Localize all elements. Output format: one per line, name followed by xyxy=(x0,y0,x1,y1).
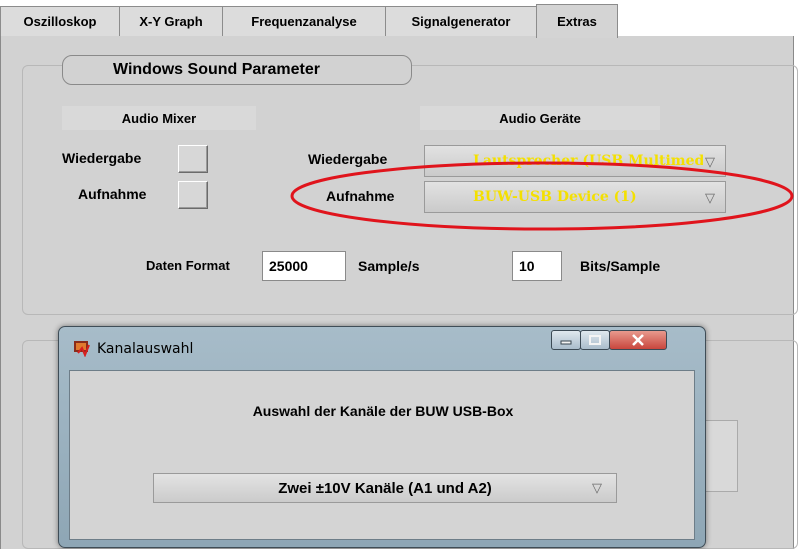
tab-frequenzanalyse[interactable]: Frequenzanalyse xyxy=(222,6,386,36)
channel-value: Zwei ±10V Kanäle (A1 und A2) xyxy=(278,479,492,497)
minimize-icon xyxy=(560,340,572,345)
app-icon xyxy=(74,341,90,357)
close-icon xyxy=(632,334,644,346)
bits-unit: Bits/Sample xyxy=(580,258,661,274)
dialog-heading: Auswahl der Kanäle der BUW USB-Box xyxy=(252,403,514,419)
sample-rate-unit: Sample/s xyxy=(358,258,420,274)
tab-bar: Oszilloskop X-Y Graph Frequenzanalyse Si… xyxy=(0,0,798,38)
kanalauswahl-dialog: Kanalauswahl Auswahl der Kanäle der BUW … xyxy=(58,326,706,548)
maximize-icon xyxy=(589,335,601,345)
audio-devices-heading: Audio Geräte xyxy=(420,106,660,130)
close-button[interactable] xyxy=(609,330,667,350)
tab-extras[interactable]: Extras xyxy=(536,4,618,38)
mixer-record-label: Aufnahme xyxy=(78,186,147,202)
mixer-playback-button[interactable] xyxy=(178,145,208,173)
tab-xy-graph[interactable]: X-Y Graph xyxy=(119,6,223,36)
channel-dropdown[interactable]: Zwei ±10V Kanäle (A1 und A2) ▽ xyxy=(153,473,617,503)
mixer-record-button[interactable] xyxy=(178,181,208,209)
mixer-playback-label: Wiedergabe xyxy=(62,150,142,166)
sound-parameter-title: Windows Sound Parameter xyxy=(62,55,412,85)
bits-input[interactable]: 10 xyxy=(512,251,562,281)
maximize-button[interactable] xyxy=(580,330,610,350)
minimize-button[interactable] xyxy=(551,330,581,350)
tab-signalgenerator[interactable]: Signalgenerator xyxy=(385,6,537,36)
highlight-ellipse xyxy=(290,161,794,231)
tab-oszilloskop[interactable]: Oszilloskop xyxy=(0,6,120,36)
sample-rate-input[interactable]: 25000 xyxy=(262,251,346,281)
dialog-client-area: Auswahl der Kanäle der BUW USB-Box Zwei … xyxy=(69,370,695,540)
audio-mixer-heading: Audio Mixer xyxy=(62,106,256,130)
dialog-title: Kanalauswahl xyxy=(97,341,194,357)
window-controls xyxy=(551,330,695,352)
chevron-down-icon: ▽ xyxy=(592,481,602,496)
data-format-label: Daten Format xyxy=(146,258,230,273)
